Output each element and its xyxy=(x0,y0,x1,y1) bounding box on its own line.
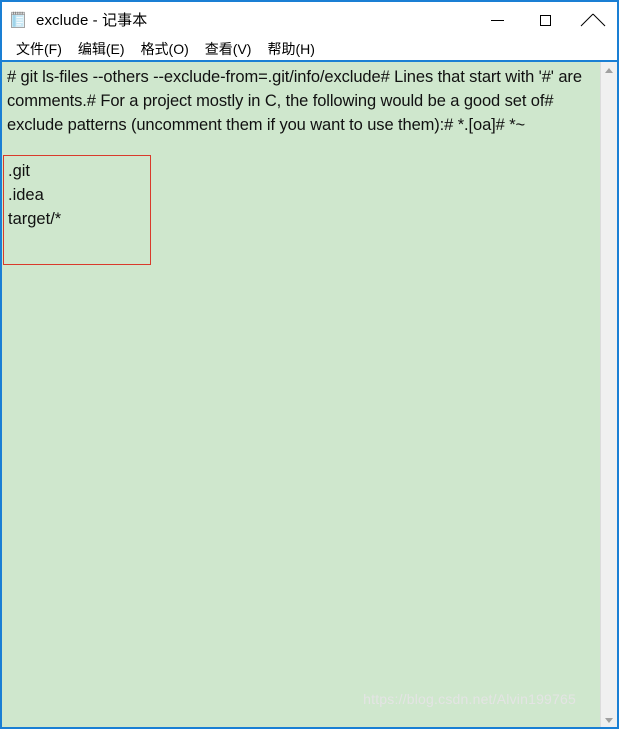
editor-wrapped-text: # git ls-files --others --exclude-from=.… xyxy=(7,68,582,134)
minimize-button[interactable] xyxy=(473,2,521,38)
scroll-up-button[interactable] xyxy=(601,62,618,79)
text-editor[interactable]: # git ls-files --others --exclude-from=.… xyxy=(2,62,600,727)
watermark-text: https://blog.csdn.net/Alvin199765 xyxy=(363,691,576,707)
menu-item-edit[interactable]: 编辑(E) xyxy=(70,38,133,60)
vertical-scrollbar[interactable] xyxy=(600,62,618,727)
window-title: exclude - 记事本 xyxy=(36,11,148,29)
notepad-icon xyxy=(10,11,28,29)
maximize-button[interactable] xyxy=(521,2,569,38)
close-button[interactable] xyxy=(569,2,617,38)
menu-item-format[interactable]: 格式(O) xyxy=(133,38,197,60)
notepad-window: exclude - 记事本 文件(F) 编辑(E) 格式(O) 查看(V) 帮助… xyxy=(0,0,619,729)
menu-item-help[interactable]: 帮助(H) xyxy=(259,38,322,60)
minimize-icon xyxy=(490,19,504,21)
pattern-line: .idea xyxy=(8,186,44,204)
window-controls xyxy=(473,2,617,38)
title-bar: exclude - 记事本 xyxy=(2,2,617,38)
pattern-line: .git xyxy=(8,162,31,180)
chevron-up-icon xyxy=(605,68,613,73)
menu-item-file[interactable]: 文件(F) xyxy=(8,38,70,60)
menu-item-view[interactable]: 查看(V) xyxy=(197,38,260,60)
exclude-pattern-highlight-box: .git .idea target/* xyxy=(3,155,151,265)
pattern-line: target/* xyxy=(8,210,62,228)
close-icon xyxy=(587,14,600,27)
editor-area: # git ls-files --others --exclude-from=.… xyxy=(2,62,618,727)
scroll-down-button[interactable] xyxy=(601,712,618,727)
menu-bar: 文件(F) 编辑(E) 格式(O) 查看(V) 帮助(H) xyxy=(2,38,617,60)
scrollbar-track[interactable] xyxy=(601,79,618,712)
maximize-icon xyxy=(539,14,551,26)
chevron-down-icon xyxy=(605,718,613,723)
